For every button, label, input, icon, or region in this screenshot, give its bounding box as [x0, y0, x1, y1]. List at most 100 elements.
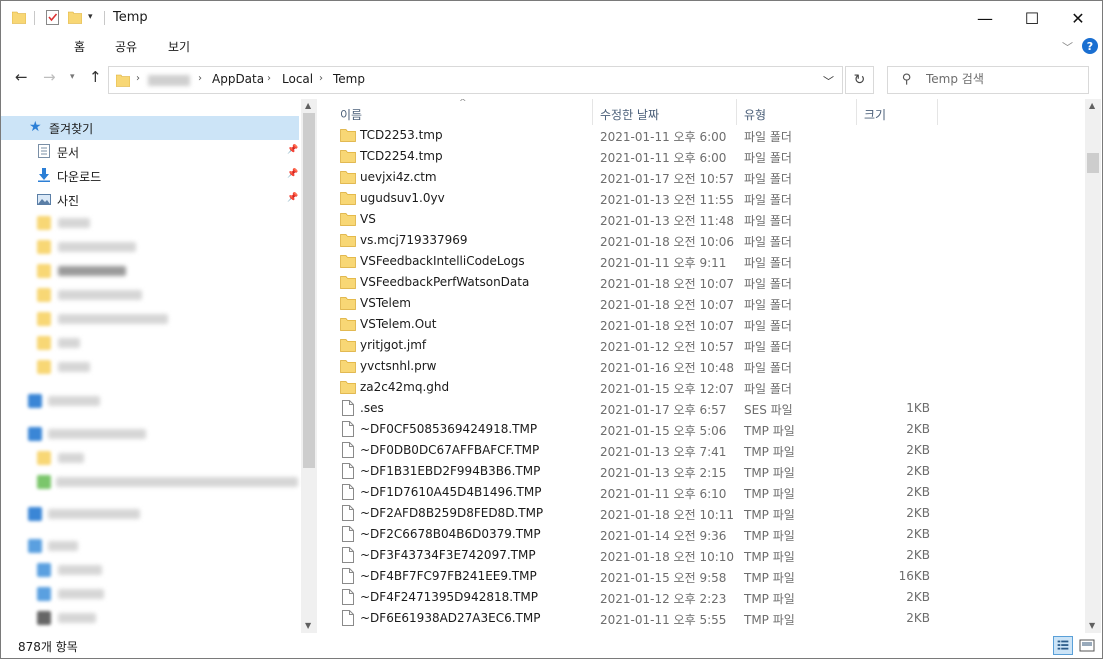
search-input[interactable]: [926, 72, 1081, 86]
redacted-sidebar-item[interactable]: [48, 509, 140, 519]
breadcrumb-separator-icon[interactable]: ›: [267, 73, 271, 84]
column-divider[interactable]: [856, 99, 857, 125]
table-row[interactable]: ~DF0CF5085369424918.TMP 2021-01-15 오후 5:0…: [330, 419, 1084, 440]
download-icon: [38, 168, 50, 182]
file-list-scrollbar-thumb[interactable]: [1087, 153, 1099, 173]
table-row[interactable]: ~DF4BF7FC97FB241EE9.TMP 2021-01-15 오전 9:5…: [330, 566, 1084, 587]
new-folder-icon[interactable]: [68, 10, 82, 24]
column-divider[interactable]: [736, 99, 737, 125]
column-divider[interactable]: [937, 99, 938, 125]
table-row[interactable]: ~DF3F43734F3E742097.TMP 2021-01-18 오전 10:…: [330, 545, 1084, 566]
redacted-sidebar-item[interactable]: [48, 396, 100, 406]
redacted-sidebar-item[interactable]: [58, 266, 126, 276]
scroll-up-icon[interactable]: ▲: [1089, 101, 1095, 110]
table-row[interactable]: ugudsuv1.0yv 2021-01-13 오전 11:55 파일 폴더: [330, 188, 1084, 209]
maximize-button[interactable]: ☐: [1009, 1, 1055, 35]
redacted-sidebar-item[interactable]: [58, 290, 142, 300]
table-row[interactable]: yritjgot.jmf 2021-01-12 오전 10:57 파일 폴더: [330, 335, 1084, 356]
refresh-button[interactable]: ↻: [845, 66, 874, 94]
breadcrumb-separator-icon[interactable]: ›: [319, 73, 323, 84]
redacted-sidebar-item[interactable]: [56, 477, 298, 487]
file-name: ~DF0DB0DC67AFFBAFCF.TMP: [360, 443, 540, 457]
breadcrumb-local[interactable]: Local: [282, 72, 313, 86]
table-row[interactable]: VSFeedbackIntelliCodeLogs 2021-01-11 오후 9…: [330, 251, 1084, 272]
table-row[interactable]: uevjxi4z.ctm 2021-01-17 오전 10:57 파일 폴더: [330, 167, 1084, 188]
help-icon[interactable]: ?: [1082, 38, 1098, 54]
table-row[interactable]: ~DF1B31EBD2F994B3B6.TMP 2021-01-13 오후 2:1…: [330, 461, 1084, 482]
tab-view[interactable]: 보기: [168, 38, 190, 55]
sidebar-item-documents[interactable]: 문서 📌: [1, 140, 299, 164]
breadcrumb-separator-icon[interactable]: ›: [198, 73, 202, 84]
large-icons-view-icon[interactable]: [1077, 636, 1097, 655]
breadcrumb-separator-icon[interactable]: ›: [136, 73, 140, 84]
breadcrumb-temp[interactable]: Temp: [333, 72, 365, 86]
folder-icon: [340, 213, 356, 226]
file-name: ~DF2AFD8B259D8FED8D.TMP: [360, 506, 544, 520]
sidebar-scrollbar-thumb[interactable]: [303, 113, 315, 468]
recent-locations-icon[interactable]: ▾: [70, 72, 75, 82]
table-row[interactable]: yvctsnhl.prw 2021-01-16 오전 10:48 파일 폴더: [330, 356, 1084, 377]
redacted-sidebar-item[interactable]: [58, 242, 136, 252]
redacted-sidebar-item[interactable]: [48, 429, 146, 439]
table-row[interactable]: ~DF1D7610A45D4B1496.TMP 2021-01-11 오후 6:1…: [330, 482, 1084, 503]
navigation-pane: ★ 즐겨찾기 문서 📌 다운로드 📌 사진 📌 ▲ ▼: [1, 99, 317, 633]
redacted-sidebar-item[interactable]: [58, 453, 84, 463]
column-header-size[interactable]: 크기: [864, 99, 934, 127]
up-button[interactable]: ↑: [89, 68, 102, 86]
address-bar[interactable]: › › AppData › Local › Temp ﹀: [108, 66, 843, 94]
column-divider[interactable]: [592, 99, 593, 125]
details-view-icon[interactable]: [1053, 636, 1073, 655]
table-row[interactable]: VS 2021-01-13 오전 11:48 파일 폴더: [330, 209, 1084, 230]
table-row[interactable]: ~DF2C6678B04B6D0379.TMP 2021-01-14 오전 9:3…: [330, 524, 1084, 545]
breadcrumb-appdata[interactable]: AppData: [212, 72, 264, 86]
table-row[interactable]: .ses 2021-01-17 오후 6:57 SES 파일 1KB: [330, 398, 1084, 419]
search-box[interactable]: ⚲: [887, 66, 1089, 94]
tab-share[interactable]: 공유: [115, 38, 137, 55]
column-header-type[interactable]: 유형: [744, 99, 844, 127]
minimize-button[interactable]: —: [962, 1, 1008, 35]
column-header-date[interactable]: 수정한 날짜: [600, 99, 730, 127]
table-row[interactable]: ~DF0DB0DC67AFFBAFCF.TMP 2021-01-13 오후 7:4…: [330, 440, 1084, 461]
redacted-sidebar-item[interactable]: [58, 362, 90, 372]
table-row[interactable]: TCD2254.tmp 2021-01-11 오후 6:00 파일 폴더: [330, 146, 1084, 167]
redacted-sidebar-item[interactable]: [58, 613, 96, 623]
back-button[interactable]: ←: [15, 68, 28, 86]
redacted-sidebar-item[interactable]: [58, 565, 102, 575]
sidebar-item-downloads[interactable]: 다운로드 📌: [1, 164, 299, 188]
file-list-scrollbar[interactable]: [1085, 99, 1101, 633]
close-button[interactable]: ✕: [1055, 1, 1101, 35]
table-row[interactable]: ~DF2AFD8B259D8FED8D.TMP 2021-01-18 오전 10:…: [330, 503, 1084, 524]
scroll-up-icon[interactable]: ▲: [305, 101, 311, 110]
redacted-sidebar-item[interactable]: [48, 541, 78, 551]
file-date: 2021-01-18 오전 10:07: [600, 277, 735, 291]
sidebar-item-quick-access[interactable]: ★ 즐겨찾기: [1, 116, 299, 140]
table-row[interactable]: VSTelem 2021-01-18 오전 10:07 파일 폴더: [330, 293, 1084, 314]
sidebar-item-pictures[interactable]: 사진 📌: [1, 188, 299, 212]
table-row[interactable]: TCD2253.tmp 2021-01-11 오후 6:00 파일 폴더: [330, 125, 1084, 146]
quick-access-dropdown-icon[interactable]: ▾: [88, 12, 93, 22]
file-date: 2021-01-13 오전 11:55: [600, 193, 735, 207]
tab-home[interactable]: 홈: [74, 38, 85, 55]
file-name: VSFeedbackPerfWatsonData: [360, 275, 530, 289]
scroll-down-icon[interactable]: ▼: [1089, 621, 1095, 630]
expand-ribbon-icon[interactable]: ﹀: [1062, 39, 1073, 55]
address-history-dropdown-icon[interactable]: ﹀: [823, 73, 834, 89]
table-row[interactable]: ~DF6E61938AD27A3EC6.TMP 2021-01-11 오후 5:5…: [330, 608, 1084, 629]
redacted-sidebar-item[interactable]: [58, 589, 104, 599]
redacted-sidebar-item[interactable]: [58, 218, 90, 228]
pin-icon[interactable]: 📌: [287, 169, 298, 179]
table-row[interactable]: vs.mcj719337969 2021-01-18 오전 10:06 파일 폴더: [330, 230, 1084, 251]
table-row[interactable]: ~DF4F2471395D942818.TMP 2021-01-12 오후 2:2…: [330, 587, 1084, 608]
redacted-sidebar-item[interactable]: [58, 338, 80, 348]
table-row[interactable]: VSFeedbackPerfWatsonData 2021-01-18 오전 10…: [330, 272, 1084, 293]
table-row[interactable]: VSTelem.Out 2021-01-18 오전 10:07 파일 폴더: [330, 314, 1084, 335]
forward-button[interactable]: →: [43, 68, 56, 86]
properties-icon[interactable]: [46, 10, 59, 25]
table-row[interactable]: za2c42mq.ghd 2021-01-15 오후 12:07 파일 폴더: [330, 377, 1084, 398]
column-header-name[interactable]: 이름: [340, 99, 590, 127]
scroll-down-icon[interactable]: ▼: [305, 621, 311, 630]
pin-icon[interactable]: 📌: [287, 193, 298, 203]
file-type: TMP 파일: [744, 550, 795, 564]
pin-icon[interactable]: 📌: [287, 145, 298, 155]
redacted-sidebar-item[interactable]: [58, 314, 168, 324]
